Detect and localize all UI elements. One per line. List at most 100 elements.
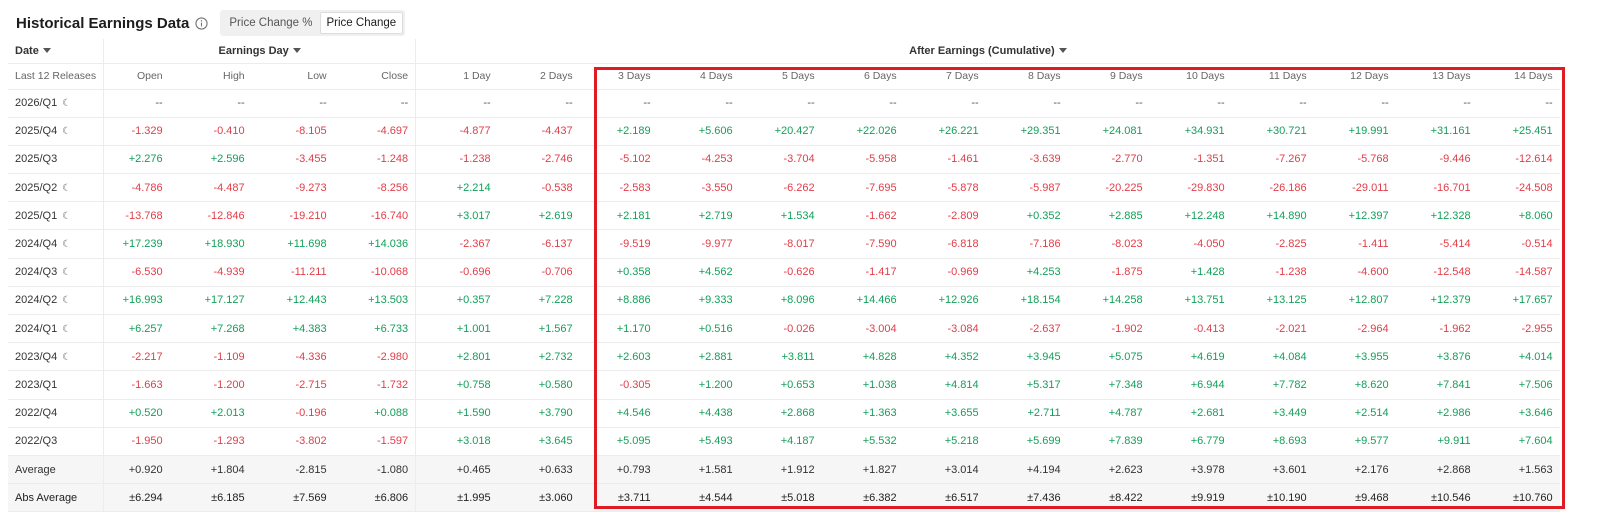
column-header[interactable]: 14 Days: [1477, 63, 1560, 90]
value-cell: +13.503: [333, 286, 417, 316]
value-cell: +5.493: [657, 427, 740, 456]
column-header[interactable]: Last 12 Releases: [8, 63, 105, 90]
value-cell: +6.733: [333, 314, 417, 344]
table-row: 2025/Q2 ☾ -4.786 -4.487 -9.273 -8.256 +2.214 -0…: [8, 173, 1560, 203]
summary-value-cell: +1.912: [739, 455, 822, 485]
value-cell: +0.580: [497, 370, 580, 400]
column-header[interactable]: 2 Days: [497, 63, 580, 90]
column-header[interactable]: 9 Days: [1067, 63, 1150, 90]
column-header[interactable]: 6 Days: [821, 63, 904, 90]
column-header[interactable]: 4 Days: [657, 63, 740, 90]
value-cell: -1.662: [821, 201, 904, 231]
value-cell: +30.721: [1231, 117, 1314, 146]
summary-value-cell: ±8.422: [1067, 483, 1150, 513]
value-cell: +18.930: [169, 229, 252, 259]
column-header[interactable]: Low: [251, 63, 334, 90]
value-cell: +3.017: [415, 201, 498, 231]
summary-value-cell: +1.581: [657, 455, 740, 485]
value-cell: +3.945: [985, 342, 1068, 372]
column-header[interactable]: 1 Day: [415, 63, 498, 90]
value-cell: +19.991: [1313, 117, 1396, 146]
value-cell: -1.109: [169, 342, 252, 372]
value-cell: -10.068: [333, 258, 417, 287]
summary-value-cell: ±6.517: [903, 483, 986, 513]
earnings-day-header[interactable]: Earnings Day: [103, 39, 417, 64]
value-cell: -4.253: [657, 145, 740, 175]
summary-value-cell: +3.601: [1231, 455, 1314, 485]
value-cell: +1.200: [657, 370, 740, 400]
value-cell: +3.876: [1395, 342, 1478, 372]
column-header[interactable]: 5 Days: [739, 63, 822, 90]
value-cell: +8.096: [739, 286, 822, 316]
value-cell: +17.657: [1477, 286, 1560, 316]
group-header-row: Date Earnings Day After Earnings (Cumula…: [8, 39, 1560, 64]
value-cell: -1.238: [415, 145, 498, 175]
value-cell: -3.550: [657, 173, 740, 203]
summary-value-cell: +1.804: [169, 455, 252, 485]
average-row: Average +0.920 +1.804 -2.815 -1.080 +0.465 +0.…: [8, 455, 1560, 485]
value-cell: -5.414: [1395, 229, 1478, 259]
summary-value-cell: +1.827: [821, 455, 904, 485]
value-cell: -1.663: [103, 370, 170, 400]
column-header[interactable]: 13 Days: [1395, 63, 1478, 90]
toggle-price-change[interactable]: Price Change: [319, 12, 404, 34]
column-header[interactable]: 12 Days: [1313, 63, 1396, 90]
column-header[interactable]: High: [169, 63, 252, 90]
caret-down-icon: [1058, 48, 1067, 54]
toggle-price-change-percent[interactable]: Price Change %: [222, 12, 319, 34]
value-cell: +7.268: [169, 314, 252, 344]
value-cell: -2.955: [1477, 314, 1560, 344]
value-cell: -3.455: [251, 145, 334, 175]
column-header[interactable]: 3 Days: [579, 63, 658, 90]
value-cell: +24.081: [1067, 117, 1150, 146]
column-header[interactable]: Close: [333, 63, 417, 90]
period-cell: 2023/Q1: [8, 370, 105, 400]
value-cell: -13.768: [103, 201, 170, 231]
value-cell: +7.841: [1395, 370, 1478, 400]
period-cell: 2025/Q1 ☾: [8, 201, 105, 231]
value-cell: +4.383: [251, 314, 334, 344]
value-cell: +16.993: [103, 286, 170, 316]
value-cell: -2.770: [1067, 145, 1150, 175]
column-header[interactable]: 7 Days: [903, 63, 986, 90]
value-cell: -0.969: [903, 258, 986, 287]
value-cell: -4.786: [103, 173, 170, 203]
value-cell: -9.519: [579, 229, 658, 259]
column-header[interactable]: Open: [103, 63, 170, 90]
value-cell: -7.590: [821, 229, 904, 259]
value-cell: +8.620: [1313, 370, 1396, 400]
value-cell: -24.508: [1477, 173, 1560, 203]
summary-value-cell: +2.868: [1395, 455, 1478, 485]
value-cell: +5.699: [985, 427, 1068, 456]
value-cell: -2.809: [903, 201, 986, 231]
info-icon[interactable]: [195, 16, 209, 30]
date-sort-header[interactable]: Date: [8, 39, 105, 64]
value-cell: +7.782: [1231, 370, 1314, 400]
value-cell: -1.902: [1067, 314, 1150, 344]
value-cell: -2.715: [251, 370, 334, 400]
value-cell: -19.210: [251, 201, 334, 231]
period-cell: 2024/Q3 ☾: [8, 258, 105, 287]
abs-average-row: Abs Average ±6.294 ±6.185 ±7.569 ±6.806 ±1.99…: [8, 483, 1560, 513]
column-header[interactable]: 8 Days: [985, 63, 1068, 90]
summary-value-cell: ±10.190: [1231, 483, 1314, 513]
value-cell: -2.825: [1231, 229, 1314, 259]
value-cell: -5.768: [1313, 145, 1396, 175]
column-header[interactable]: 11 Days: [1231, 63, 1314, 90]
earnings-table: Date Earnings Day After Earnings (Cumula…: [8, 39, 1560, 513]
value-cell: +2.596: [169, 145, 252, 175]
value-cell: -2.367: [415, 229, 498, 259]
table-row: 2025/Q4 ☾ -1.329 -0.410 -8.105 -4.697 -4.877 -4…: [8, 117, 1560, 146]
value-cell: -2.637: [985, 314, 1068, 344]
value-cell: +12.379: [1395, 286, 1478, 316]
value-cell: -0.410: [169, 117, 252, 146]
value-cell: --: [1477, 89, 1560, 118]
after-earnings-header[interactable]: After Earnings (Cumulative): [415, 39, 1560, 64]
value-cell: +2.276: [103, 145, 170, 175]
value-cell: +4.352: [903, 342, 986, 372]
period-cell: 2022/Q4: [8, 399, 105, 428]
value-cell: -2.964: [1313, 314, 1396, 344]
column-header[interactable]: 10 Days: [1149, 63, 1232, 90]
value-cell: +4.828: [821, 342, 904, 372]
moon-icon: ☾: [62, 351, 72, 363]
